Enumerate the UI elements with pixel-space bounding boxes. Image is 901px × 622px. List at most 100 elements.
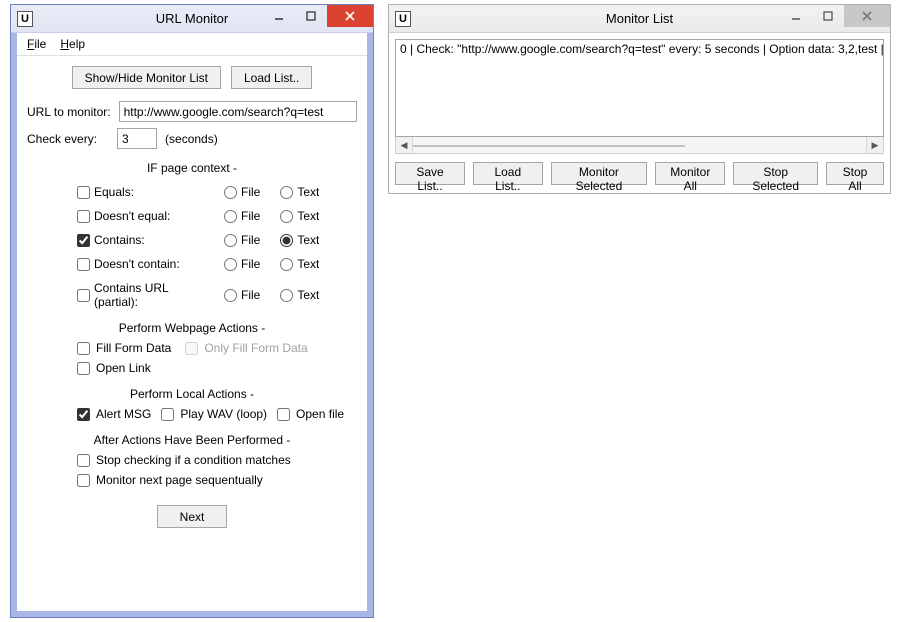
text-radio[interactable]: [280, 258, 293, 271]
monitor-next-label: Monitor next page sequentually: [96, 473, 263, 487]
client-area: Show/Hide Monitor List Load List.. URL t…: [17, 56, 367, 611]
url-input[interactable]: [119, 101, 357, 122]
text-radio-label: Text: [297, 209, 319, 223]
condition-checkbox[interactable]: [77, 186, 90, 199]
monitor-all-button[interactable]: Monitor All: [655, 162, 725, 185]
text-radio-label: Text: [297, 257, 319, 271]
stop-selected-button[interactable]: Stop Selected: [733, 162, 818, 185]
file-radio[interactable]: [224, 234, 237, 247]
menu-file[interactable]: File: [27, 37, 46, 51]
file-radio[interactable]: [224, 186, 237, 199]
text-radio-pair[interactable]: Text: [280, 185, 319, 199]
file-radio[interactable]: [224, 258, 237, 271]
text-radio-pair[interactable]: Text: [280, 257, 319, 271]
text-radio[interactable]: [280, 186, 293, 199]
section-local-actions: Perform Local Actions -: [27, 387, 357, 401]
file-radio-label: File: [241, 233, 260, 247]
save-list-button[interactable]: Save List..: [395, 162, 465, 185]
scroll-right-icon[interactable]: ▶: [866, 137, 883, 153]
minimize-button[interactable]: [263, 5, 295, 27]
file-radio[interactable]: [224, 210, 237, 223]
file-radio-label: File: [241, 257, 260, 271]
alert-msg-label: Alert MSG: [96, 407, 151, 421]
app-icon: U: [395, 11, 411, 27]
condition-checkbox[interactable]: [77, 210, 90, 223]
monitor-selected-button[interactable]: Monitor Selected: [551, 162, 648, 185]
open-link-label: Open Link: [96, 361, 151, 375]
radio-group: File Text: [224, 288, 319, 302]
text-radio[interactable]: [280, 289, 293, 302]
maximize-button[interactable]: [812, 5, 844, 27]
titlebar[interactable]: U URL Monitor: [11, 5, 373, 33]
maximize-button[interactable]: [295, 5, 327, 27]
radio-group: File Text: [224, 185, 319, 199]
show-hide-button[interactable]: Show/Hide Monitor List: [72, 66, 221, 89]
close-button[interactable]: [844, 5, 890, 27]
only-fill-label: Only Fill Form Data: [204, 341, 307, 355]
open-file-checkbox[interactable]: [277, 408, 290, 421]
text-radio[interactable]: [280, 234, 293, 247]
close-button[interactable]: [327, 5, 373, 27]
condition-label: Equals:: [94, 185, 214, 199]
url-label: URL to monitor:: [27, 105, 111, 119]
only-fill-checkbox: [185, 342, 198, 355]
condition-label: Doesn't contain:: [94, 257, 214, 271]
scroll-thumb[interactable]: [413, 145, 685, 147]
menu-help[interactable]: Help: [60, 37, 85, 51]
minimize-button[interactable]: [780, 5, 812, 27]
file-radio-label: File: [241, 288, 260, 302]
text-radio-pair[interactable]: Text: [280, 209, 319, 223]
check-every-label: Check every:: [27, 132, 97, 146]
open-link-checkbox[interactable]: [77, 362, 90, 375]
list-item[interactable]: 0 | Check: "http://www.google.com/search…: [400, 42, 879, 56]
file-radio-pair[interactable]: File: [224, 185, 260, 199]
text-radio-label: Text: [297, 288, 319, 302]
check-interval-input[interactable]: [117, 128, 157, 149]
section-conditions: IF page context -: [27, 161, 357, 175]
file-radio-label: File: [241, 185, 260, 199]
horizontal-scrollbar[interactable]: ◀ ▶: [395, 137, 884, 154]
section-web-actions: Perform Webpage Actions -: [27, 321, 357, 335]
condition-row: Equals: File Text: [77, 185, 357, 199]
radio-group: File Text: [224, 257, 319, 271]
radio-group: File Text: [224, 233, 319, 247]
stop-checking-checkbox[interactable]: [77, 454, 90, 467]
client-area: 0 | Check: "http://www.google.com/search…: [389, 33, 890, 191]
alert-msg-checkbox[interactable]: [77, 408, 90, 421]
app-icon: U: [17, 11, 33, 27]
radio-group: File Text: [224, 209, 319, 223]
condition-checkbox[interactable]: [77, 258, 90, 271]
play-wav-checkbox[interactable]: [161, 408, 174, 421]
condition-label: Doesn't equal:: [94, 209, 214, 223]
load-list-button[interactable]: Load List..: [473, 162, 543, 185]
stop-checking-label: Stop checking if a condition matches: [96, 453, 291, 467]
file-radio[interactable]: [224, 289, 237, 302]
file-radio-pair[interactable]: File: [224, 257, 260, 271]
condition-row: Contains URL (partial):FileText: [77, 281, 357, 309]
text-radio[interactable]: [280, 210, 293, 223]
section-after: After Actions Have Been Performed -: [27, 433, 357, 447]
stop-all-button[interactable]: Stop All: [826, 162, 884, 185]
condition-row: Doesn't equal: File Text: [77, 209, 357, 223]
next-button[interactable]: Next: [157, 505, 227, 528]
scroll-left-icon[interactable]: ◀: [396, 137, 413, 153]
text-radio-label: Text: [297, 185, 319, 199]
load-list-button[interactable]: Load List..: [231, 66, 312, 89]
monitor-next-checkbox[interactable]: [77, 474, 90, 487]
monitor-list-window: U Monitor List 0 | Check: "http://www.go…: [388, 4, 891, 194]
url-monitor-window: U URL Monitor File Help Show/Hide Monito…: [10, 4, 374, 618]
text-radio-pair[interactable]: Text: [280, 233, 319, 247]
file-radio-pair[interactable]: File: [224, 288, 260, 302]
condition-checkbox[interactable]: [77, 234, 90, 247]
condition-row: Contains:FileText: [77, 233, 357, 247]
file-radio-pair[interactable]: File: [224, 233, 260, 247]
titlebar[interactable]: U Monitor List: [389, 5, 890, 33]
file-radio-pair[interactable]: File: [224, 209, 260, 223]
text-radio-pair[interactable]: Text: [280, 288, 319, 302]
condition-row: Doesn't contain: File Text: [77, 257, 357, 271]
condition-checkbox[interactable]: [77, 289, 90, 302]
monitor-listbox[interactable]: 0 | Check: "http://www.google.com/search…: [395, 39, 884, 137]
text-radio-label: Text: [297, 233, 319, 247]
file-radio-label: File: [241, 209, 260, 223]
fill-form-checkbox[interactable]: [77, 342, 90, 355]
